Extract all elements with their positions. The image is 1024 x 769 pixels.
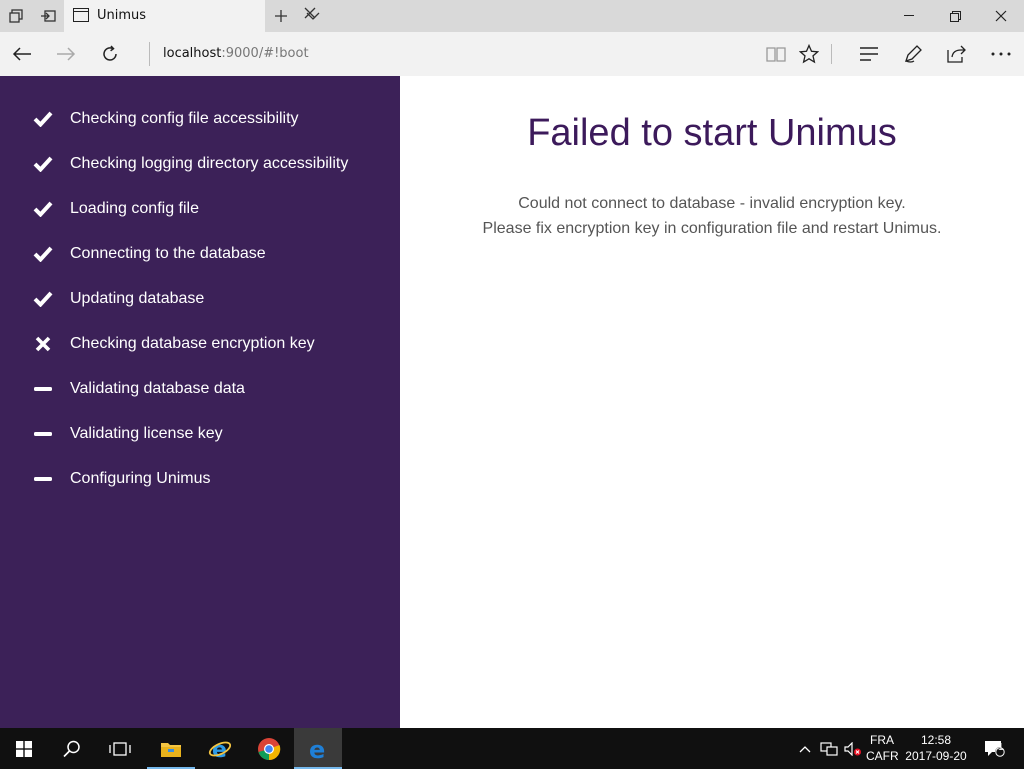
error-message-line-2: Please fix encryption key in configurati…: [482, 220, 942, 237]
dash-icon: [32, 423, 54, 445]
url-field[interactable]: localhost:9000/#!boot: [149, 42, 309, 66]
share-icon[interactable]: [937, 32, 977, 76]
windows-taskbar: e e FRA CAFR 12:58 2017-09-20 1: [0, 728, 1024, 769]
new-tab-icon[interactable]: [270, 0, 292, 32]
url-host: localhost: [163, 46, 222, 61]
network-icon[interactable]: [818, 728, 840, 769]
internet-explorer-icon[interactable]: e: [196, 728, 244, 769]
minimize-icon[interactable]: [886, 0, 932, 32]
restore-icon[interactable]: [932, 0, 978, 32]
page-title: Failed to start Unimus: [527, 112, 897, 154]
task-view-icon[interactable]: [96, 728, 144, 769]
boot-step-label: Connecting to the database: [70, 244, 266, 262]
boot-step-label: Checking logging directory accessibility: [70, 154, 349, 172]
hub-icon[interactable]: [849, 32, 889, 76]
tab-unimus[interactable]: Unimus: [64, 0, 316, 32]
windows-start-icon[interactable]: [0, 728, 48, 769]
clock-time: 12:58: [920, 733, 952, 747]
boot-step-pending: Configuring Unimus: [0, 456, 400, 501]
svg-text:e: e: [309, 737, 325, 761]
url-path: :9000/#!boot: [221, 46, 309, 61]
boot-step-label: Validating license key: [70, 424, 223, 442]
set-aside-tabs-icon[interactable]: [36, 0, 60, 32]
web-note-pen-icon[interactable]: [893, 32, 933, 76]
boot-step-pending: Validating database data: [0, 366, 400, 411]
boot-step: Connecting to the database: [0, 231, 400, 276]
boot-steps-sidebar: Checking config file accessibility Check…: [0, 76, 400, 728]
close-window-icon[interactable]: [978, 0, 1024, 32]
tab-preview-icon[interactable]: [4, 0, 28, 32]
check-icon: [32, 198, 54, 220]
edge-icon[interactable]: e: [294, 728, 342, 769]
boot-step: Checking config file accessibility: [0, 96, 400, 141]
language-code: FRA: [870, 733, 894, 747]
chevron-up-icon[interactable]: [796, 728, 814, 769]
check-icon: [32, 288, 54, 310]
chrome-icon[interactable]: [245, 728, 293, 769]
dash-icon: [32, 378, 54, 400]
svg-text:e: e: [212, 738, 227, 761]
notification-count: 1: [998, 742, 1004, 753]
keyboard-layout: CAFR: [866, 749, 899, 763]
favorite-star-icon[interactable]: [789, 32, 829, 76]
address-bar: localhost:9000/#!boot: [0, 32, 1024, 76]
boot-step-label: Loading config file: [70, 199, 199, 217]
file-explorer-icon[interactable]: [147, 728, 195, 769]
boot-step: Updating database: [0, 276, 400, 321]
error-message-line-1: Could not connect to database - invalid …: [518, 195, 906, 212]
cross-icon: [32, 333, 54, 355]
boot-step-label: Validating database data: [70, 379, 245, 397]
main-content: Failed to start Unimus Could not connect…: [400, 76, 1024, 728]
tab-title: Unimus: [97, 8, 147, 23]
back-arrow-icon[interactable]: [0, 32, 44, 76]
forward-arrow-icon[interactable]: [44, 32, 88, 76]
volume-muted-icon[interactable]: [842, 728, 864, 769]
boot-step-label: Checking database encryption key: [70, 334, 315, 352]
browser-tab-strip: Unimus: [0, 0, 1024, 32]
boot-step-failed: Checking database encryption key: [0, 321, 400, 366]
clock-date: 2017-09-20: [905, 749, 967, 763]
action-center-icon[interactable]: 1: [978, 728, 1012, 769]
clock[interactable]: 12:58 2017-09-20: [904, 732, 968, 764]
boot-step-label: Updating database: [70, 289, 205, 307]
toolbar-separator: [831, 44, 832, 64]
dash-icon: [32, 468, 54, 490]
page-icon: [73, 8, 89, 22]
boot-step-pending: Validating license key: [0, 411, 400, 456]
refresh-icon[interactable]: [88, 32, 132, 76]
check-icon: [32, 153, 54, 175]
chevron-down-icon[interactable]: [302, 0, 324, 32]
more-options-icon[interactable]: [981, 32, 1021, 76]
input-language[interactable]: FRA CAFR: [866, 732, 899, 764]
check-icon: [32, 243, 54, 265]
search-icon[interactable]: [48, 728, 96, 769]
boot-step-label: Checking config file accessibility: [70, 109, 299, 127]
check-icon: [32, 108, 54, 130]
boot-step: Loading config file: [0, 186, 400, 231]
boot-step: Checking logging directory accessibility: [0, 141, 400, 186]
boot-step-label: Configuring Unimus: [70, 469, 211, 487]
